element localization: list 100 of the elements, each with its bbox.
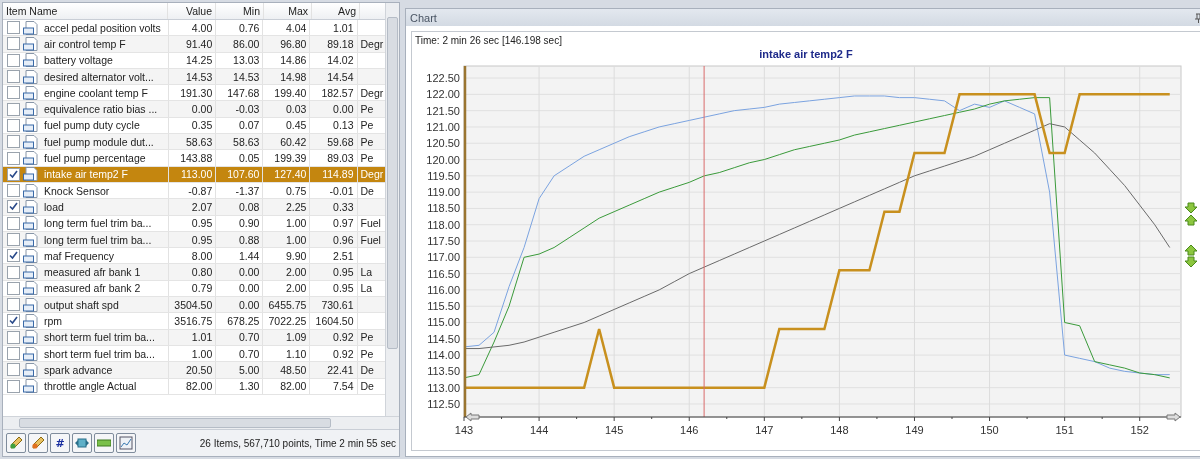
checkbox[interactable] [7, 363, 20, 377]
document-icon [23, 232, 39, 247]
table-cell: 5.00 [216, 362, 264, 378]
table-row[interactable]: rpm 3516.75 678.25 7022.25 1604.50 [3, 313, 385, 330]
table-cell: 3516.75 [169, 313, 217, 329]
checkbox[interactable] [7, 216, 20, 230]
table-row[interactable]: long term fuel trim ba... 0.95 0.90 1.00 0.97 Fuel [3, 215, 385, 232]
document-icon [23, 248, 39, 263]
y-tick-label: 118.00 [427, 218, 460, 231]
y-tick-label: 114.50 [427, 332, 460, 345]
scroll-left-icon[interactable] [465, 412, 480, 422]
table-cell: 0.70 [216, 345, 264, 362]
table-cell: equivalence ratio bias ... [41, 101, 170, 117]
checkbox[interactable] [7, 151, 20, 165]
table-row[interactable]: fuel pump percentage 143.88 0.05 199.39 89.03 Pe [3, 150, 385, 167]
checkbox[interactable] [7, 86, 20, 100]
table-cell: 1604.50 [310, 313, 358, 329]
x-tick-label: 151 [1055, 424, 1074, 436]
checkbox[interactable] [7, 167, 20, 181]
table-row[interactable]: equivalence ratio bias ... 0.00 -0.03 0.03 0.00 Pe [3, 101, 385, 118]
table-cell: 199.39 [263, 150, 311, 166]
table-cell: fuel pump module dut... [41, 134, 170, 150]
y-tick-label: 120.00 [426, 153, 460, 166]
table-cell: 7.54 [310, 378, 358, 394]
checkbox[interactable] [7, 118, 20, 132]
table-cell: 4.04 [263, 20, 311, 36]
scroll-right-icon[interactable] [1166, 412, 1181, 422]
checkbox[interactable] [7, 200, 20, 214]
checkbox[interactable] [7, 184, 20, 198]
table-row[interactable]: throttle angle Actual 82.00 1.30 82.00 7.54 De [3, 378, 385, 395]
column-header[interactable]: Max [264, 3, 312, 19]
table-row[interactable]: air control temp F 91.40 86.00 96.80 89.18 Degr [3, 36, 385, 53]
table-cell: 2.00 [263, 264, 311, 280]
y-tick-label: 122.00 [426, 88, 460, 101]
table-cell: 1.44 [216, 248, 264, 264]
toolbar-button[interactable] [94, 433, 114, 453]
checkbox[interactable] [7, 281, 20, 295]
table-cell: 59.68 [310, 134, 358, 150]
table-cell: 89.03 [310, 150, 358, 166]
table-cell: 199.40 [263, 85, 311, 101]
checkbox[interactable] [7, 233, 20, 246]
y-tick-label: 116.50 [427, 267, 460, 280]
table-cell: 2.00 [263, 280, 311, 297]
table-row[interactable]: fuel pump module dut... 58.63 58.63 60.42 59.68 Pe [3, 134, 385, 151]
checkbox[interactable] [7, 314, 20, 328]
checkbox[interactable] [7, 21, 20, 35]
table-cell: -0.01 [310, 182, 358, 199]
x-tick-label: 147 [755, 424, 774, 436]
table-row[interactable]: measured afr bank 1 0.80 0.00 2.00 0.95 La [3, 264, 385, 281]
toolbar-button[interactable] [28, 433, 48, 453]
document-icon [23, 379, 39, 394]
document-icon [23, 151, 39, 165]
column-header[interactable]: Min [216, 3, 264, 19]
table-row[interactable]: battery voltage 14.25 13.03 14.86 14.02 [3, 52, 385, 69]
horizontal-scrollbar[interactable] [3, 416, 399, 429]
table-cell: De [360, 380, 374, 393]
zoom-out-icon[interactable] [1184, 244, 1198, 268]
checkbox[interactable] [7, 53, 20, 67]
table-cell: load [41, 199, 170, 215]
toolbar-button[interactable]: # [50, 433, 70, 453]
column-header[interactable]: Value [168, 3, 216, 19]
vertical-scrollbar[interactable] [385, 3, 399, 416]
checkbox[interactable] [7, 249, 20, 263]
column-header[interactable]: Avg [312, 3, 360, 19]
document-icon [23, 330, 39, 345]
checkbox[interactable] [7, 37, 20, 51]
table-cell: spark advance [41, 362, 170, 378]
table-cell: 96.80 [263, 36, 311, 52]
toolbar-button[interactable] [6, 433, 26, 453]
checkbox[interactable] [7, 347, 20, 361]
checkbox[interactable] [7, 265, 20, 279]
table-cell: 730.61 [310, 297, 358, 313]
table-cell: 6455.75 [263, 297, 311, 313]
table-cell: Pe [360, 152, 374, 164]
checkbox[interactable] [7, 298, 20, 312]
table-cell: Pe [360, 331, 374, 344]
checkbox[interactable] [7, 330, 20, 344]
toolbar-button[interactable] [116, 433, 136, 453]
x-tick-label: 143 [454, 424, 474, 436]
document-icon [23, 297, 39, 312]
table-cell: 0.90 [216, 215, 264, 231]
y-tick-label: 117.50 [427, 235, 460, 247]
table-row[interactable]: load 2.07 0.08 2.25 0.33 [3, 199, 385, 216]
table-row[interactable]: spark advance 20.50 5.00 48.50 22.41 De [3, 362, 385, 379]
toolbar-button[interactable] [72, 433, 92, 453]
zoom-in-icon[interactable] [1184, 202, 1198, 226]
checkbox[interactable] [7, 379, 20, 393]
pin-icon[interactable] [1195, 12, 1200, 23]
table-cell: battery voltage [41, 52, 170, 68]
column-header[interactable]: Item Name [3, 3, 168, 19]
checkbox[interactable] [7, 135, 20, 149]
cursor-line[interactable] [703, 65, 705, 418]
table-cell: Degr [360, 168, 384, 181]
table-cell: Pe [360, 347, 374, 360]
checkbox[interactable] [7, 70, 20, 84]
checkbox[interactable] [7, 102, 20, 116]
y-tick-label: 113.50 [427, 365, 460, 378]
table-cell: 1.01 [169, 329, 217, 345]
table-cell: throttle angle Actual [41, 378, 170, 394]
table-row[interactable]: output shaft spd 3504.50 0.00 6455.75 730.61 [3, 297, 385, 314]
